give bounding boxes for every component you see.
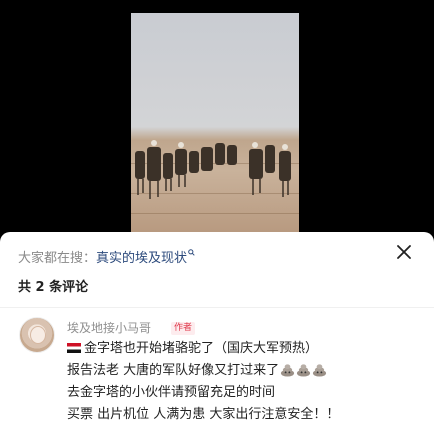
video-frame-desert-camels	[131, 13, 299, 232]
poop-emoji-icon	[281, 364, 295, 377]
divider	[0, 307, 434, 308]
search-suggestion-prefix: 大家都在搜：	[18, 251, 97, 266]
close-icon[interactable]	[395, 243, 413, 261]
comment-text-line: 去金字塔的小伙伴请预留充足的时间	[67, 385, 276, 400]
comment-username[interactable]: 埃及地接小马哥	[67, 319, 151, 336]
camel-caravan-image	[135, 140, 291, 199]
comments-sheet: 大家都在搜：真实的埃及现状 共 2 条评论 埃及地接小马哥 作者 金字塔也开始堵…	[0, 232, 434, 426]
comment-text-line: 买票 出片机位 人满为患 大家出行注意安全！！	[67, 407, 340, 422]
avatar[interactable]	[19, 317, 55, 353]
poop-emoji-icon	[297, 364, 311, 377]
search-icon	[188, 249, 195, 256]
search-suggestion[interactable]: 大家都在搜：真实的埃及现状	[18, 247, 195, 266]
video-player[interactable]	[0, 0, 434, 232]
poop-emoji-icon	[313, 364, 327, 377]
author-badge: 作者	[171, 322, 196, 335]
comment-item[interactable]: 埃及地接小马哥 作者 金字塔也开始堵骆驼了（国庆大军预热） 报告法老 大唐的军队…	[0, 312, 434, 426]
comment-text-line: 金字塔也开始堵骆驼了（国庆大军预热）	[67, 340, 318, 358]
comment-text-line: 报告法老 大唐的军队好像又打过来了	[67, 362, 327, 380]
search-suggestion-query[interactable]: 真实的埃及现状	[96, 251, 187, 266]
comment-count: 共 2 条评论	[18, 280, 89, 295]
egypt-flag-icon	[67, 343, 81, 353]
